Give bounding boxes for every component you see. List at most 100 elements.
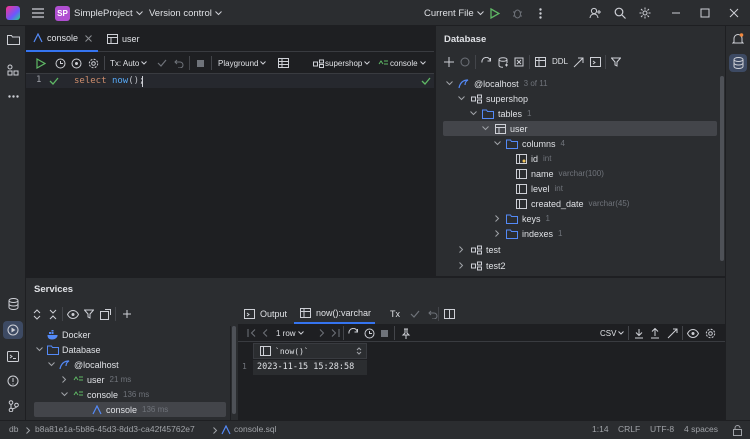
settings-icon[interactable] bbox=[638, 6, 652, 20]
tab-output[interactable]: Output bbox=[242, 307, 287, 321]
tree-node-indexes[interactable]: indexes 1 bbox=[436, 226, 720, 241]
session-selector[interactable]: console bbox=[377, 56, 428, 70]
tree-node-column-name[interactable]: name varchar(100) bbox=[436, 166, 720, 181]
tree-node-test2[interactable]: test2 bbox=[436, 258, 720, 273]
previous-page-icon[interactable] bbox=[258, 326, 272, 340]
stop-icon[interactable] bbox=[193, 56, 207, 70]
column-header[interactable]: `now()` bbox=[253, 343, 367, 359]
history-icon[interactable] bbox=[53, 56, 67, 70]
history-icon[interactable] bbox=[362, 326, 376, 340]
ddl-button[interactable]: DDL bbox=[552, 57, 568, 66]
playground-selector[interactable]: Playground bbox=[218, 56, 268, 70]
tab-result[interactable]: now():varchar bbox=[294, 304, 376, 324]
notifications-icon[interactable] bbox=[731, 32, 745, 46]
tab-console[interactable]: console bbox=[26, 26, 98, 52]
lock-icon[interactable] bbox=[730, 423, 744, 437]
service-docker[interactable]: Docker bbox=[26, 327, 230, 342]
problems-icon[interactable] bbox=[6, 374, 20, 388]
vcs-menu[interactable]: Version control bbox=[149, 5, 224, 21]
console-icon[interactable] bbox=[588, 55, 602, 69]
expand-all-icon[interactable] bbox=[30, 307, 44, 321]
next-page-icon[interactable] bbox=[315, 326, 329, 340]
status-encoding[interactable]: UTF-8 bbox=[650, 424, 674, 434]
tree-scrollbar[interactable] bbox=[720, 76, 724, 261]
collapse-all-icon[interactable] bbox=[46, 307, 60, 321]
run-config-selector[interactable]: Current File bbox=[424, 5, 486, 21]
download-icon[interactable] bbox=[632, 326, 646, 340]
status-db[interactable]: db bbox=[9, 424, 18, 434]
filter-icon[interactable] bbox=[609, 55, 623, 69]
schema-selector[interactable]: supershop bbox=[312, 56, 372, 70]
service-user[interactable]: user 21 ms bbox=[26, 372, 230, 387]
compare-icon[interactable] bbox=[665, 326, 679, 340]
result-cell[interactable]: 2023-11-15 15:28:58 bbox=[253, 360, 367, 375]
new-tab-icon[interactable] bbox=[98, 307, 112, 321]
search-icon[interactable] bbox=[613, 6, 627, 20]
service-console[interactable]: console 136 ms bbox=[26, 387, 230, 402]
show-icon[interactable] bbox=[66, 307, 80, 321]
stop-icon[interactable] bbox=[377, 326, 391, 340]
explain-plan-icon[interactable] bbox=[69, 56, 83, 70]
sql-code-line[interactable]: select now (); bbox=[74, 75, 144, 87]
add-user-icon[interactable] bbox=[588, 6, 602, 20]
export-format-selector[interactable]: CSV bbox=[600, 327, 626, 339]
execute-icon[interactable] bbox=[34, 56, 48, 70]
jump-to-console-icon[interactable] bbox=[571, 55, 585, 69]
commit-icon[interactable] bbox=[155, 56, 169, 70]
tx-mode-selector[interactable]: Tx: Auto bbox=[110, 56, 149, 70]
tree-node-test[interactable]: test bbox=[436, 242, 720, 257]
terminal-icon[interactable] bbox=[6, 349, 20, 363]
project-switcher[interactable]: SP SimpleProject bbox=[55, 5, 145, 21]
tree-node-column-level[interactable]: level int bbox=[436, 181, 720, 196]
data-source-icon[interactable] bbox=[458, 55, 472, 69]
grid-view-icon[interactable] bbox=[276, 56, 290, 70]
minimize-icon[interactable] bbox=[669, 6, 683, 20]
refresh-icon[interactable] bbox=[479, 55, 493, 69]
tree-node-column-id[interactable]: id int bbox=[436, 151, 720, 166]
view-icon[interactable] bbox=[686, 326, 700, 340]
services-splitter-handle[interactable] bbox=[232, 326, 236, 414]
add-service-icon[interactable] bbox=[120, 307, 134, 321]
layout-icon[interactable] bbox=[442, 307, 456, 321]
tree-node-tables[interactable]: tables 1 bbox=[436, 106, 720, 121]
last-page-icon[interactable] bbox=[328, 326, 342, 340]
tree-node-user-table[interactable]: user bbox=[443, 121, 717, 136]
more-tools-icon[interactable] bbox=[6, 89, 20, 103]
more-actions-icon[interactable] bbox=[533, 6, 547, 20]
git-icon[interactable] bbox=[6, 399, 20, 413]
database-tool-icon[interactable] bbox=[6, 297, 20, 311]
service-console-query[interactable]: console 136 ms bbox=[34, 402, 226, 417]
rollback-icon[interactable] bbox=[172, 56, 186, 70]
grid-settings-icon[interactable] bbox=[703, 326, 717, 340]
app-logo[interactable] bbox=[6, 6, 20, 20]
settings-gear-icon[interactable] bbox=[86, 56, 100, 70]
filter-icon[interactable] bbox=[82, 307, 96, 321]
service-database[interactable]: Database bbox=[26, 342, 230, 357]
maximize-icon[interactable] bbox=[698, 6, 712, 20]
schema-compare-icon[interactable] bbox=[496, 55, 510, 69]
main-menu-icon[interactable] bbox=[31, 6, 45, 20]
pin-icon[interactable] bbox=[399, 326, 413, 340]
close-icon[interactable] bbox=[727, 6, 741, 20]
sort-icon[interactable] bbox=[355, 344, 363, 358]
run-icon[interactable] bbox=[488, 6, 502, 20]
project-folder-icon[interactable] bbox=[6, 32, 20, 46]
structure-icon[interactable] bbox=[6, 63, 20, 77]
upload-icon[interactable] bbox=[648, 326, 662, 340]
tx-indicator[interactable]: Tx bbox=[390, 307, 440, 321]
service-localhost[interactable]: @localhost bbox=[26, 357, 230, 372]
reload-icon[interactable] bbox=[346, 326, 360, 340]
status-file[interactable]: console.sql bbox=[234, 424, 277, 434]
tree-node-supershop[interactable]: supershop bbox=[436, 91, 720, 106]
tree-node-localhost[interactable]: @localhost 3 of 11 bbox=[436, 76, 720, 91]
status-line-separator[interactable]: CRLF bbox=[618, 424, 640, 434]
first-page-icon[interactable] bbox=[244, 326, 258, 340]
status-indent[interactable]: 4 spaces bbox=[684, 424, 718, 434]
tree-node-keys[interactable]: keys 1 bbox=[436, 211, 720, 226]
table-editor-icon[interactable] bbox=[533, 55, 547, 69]
debug-icon[interactable] bbox=[510, 6, 524, 20]
add-icon[interactable] bbox=[442, 55, 456, 69]
status-position[interactable]: 1:14 bbox=[592, 424, 609, 434]
close-tab-icon[interactable] bbox=[84, 31, 92, 45]
tab-user[interactable]: user bbox=[104, 26, 140, 52]
